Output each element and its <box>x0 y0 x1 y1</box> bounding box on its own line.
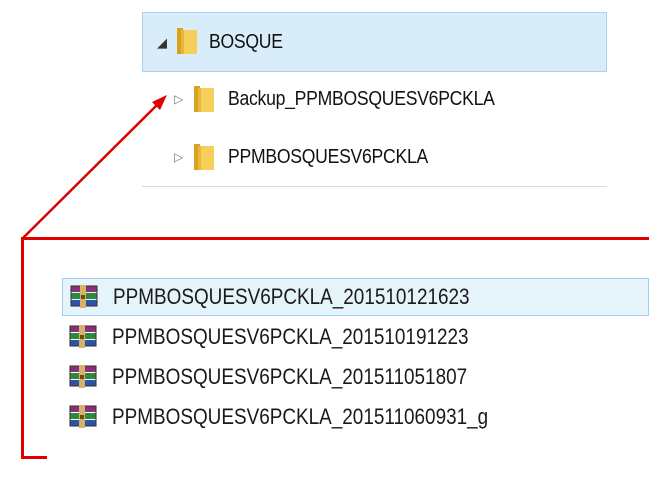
winrar-archive-icon <box>69 365 97 388</box>
collapsed-arrow-icon[interactable]: ▷ <box>174 93 183 105</box>
tree-item-label: PPMBOSQUESV6PCKLA <box>228 145 428 168</box>
tree-bottom-divider <box>142 186 607 187</box>
file-row[interactable]: PPMBOSQUESV6PCKLA_201511051807 <box>62 358 649 396</box>
file-name: PPMBOSQUESV6PCKLA_201510121623 <box>113 284 470 309</box>
annotation-frame-left <box>21 237 24 459</box>
expanded-arrow-icon[interactable]: ◢ <box>157 36 167 49</box>
folder-icon <box>194 86 214 112</box>
tree-item-ppmbosquesv6pckla[interactable]: ▷ PPMBOSQUESV6PCKLA <box>142 128 607 186</box>
file-name: PPMBOSQUESV6PCKLA_201511051807 <box>112 364 468 389</box>
tree-item-label: Backup_PPMBOSQUESV6PCKLA <box>228 87 495 110</box>
file-row[interactable]: PPMBOSQUESV6PCKLA_201511060931_g <box>62 398 649 436</box>
folder-tree: ◢ BOSQUE ▷ Backup_PPMBOSQUESV6PCKLA ▷ PP… <box>142 12 607 188</box>
file-row[interactable]: PPMBOSQUESV6PCKLA_201510191223 <box>62 318 649 356</box>
tree-item-label: BOSQUE <box>209 30 283 53</box>
screenshot-stage: ◢ BOSQUE ▷ Backup_PPMBOSQUESV6PCKLA ▷ PP… <box>0 0 649 482</box>
collapsed-arrow-icon[interactable]: ▷ <box>174 151 183 163</box>
tree-item-backup-ppmbosquesv6pckla[interactable]: ▷ Backup_PPMBOSQUESV6PCKLA <box>142 70 607 128</box>
tree-item-bosque[interactable]: ◢ BOSQUE <box>142 12 607 72</box>
annotation-frame-top <box>21 237 649 240</box>
annotation-frame-bottom <box>21 456 47 459</box>
winrar-archive-icon <box>69 325 97 348</box>
folder-icon <box>194 144 214 170</box>
file-row[interactable]: PPMBOSQUESV6PCKLA_201510121623 <box>62 278 649 316</box>
file-name: PPMBOSQUESV6PCKLA_201511060931_g <box>112 404 489 429</box>
folder-icon <box>177 28 197 54</box>
winrar-archive-icon <box>69 405 97 428</box>
file-name: PPMBOSQUESV6PCKLA_201510191223 <box>112 324 469 349</box>
winrar-archive-icon <box>70 285 98 308</box>
